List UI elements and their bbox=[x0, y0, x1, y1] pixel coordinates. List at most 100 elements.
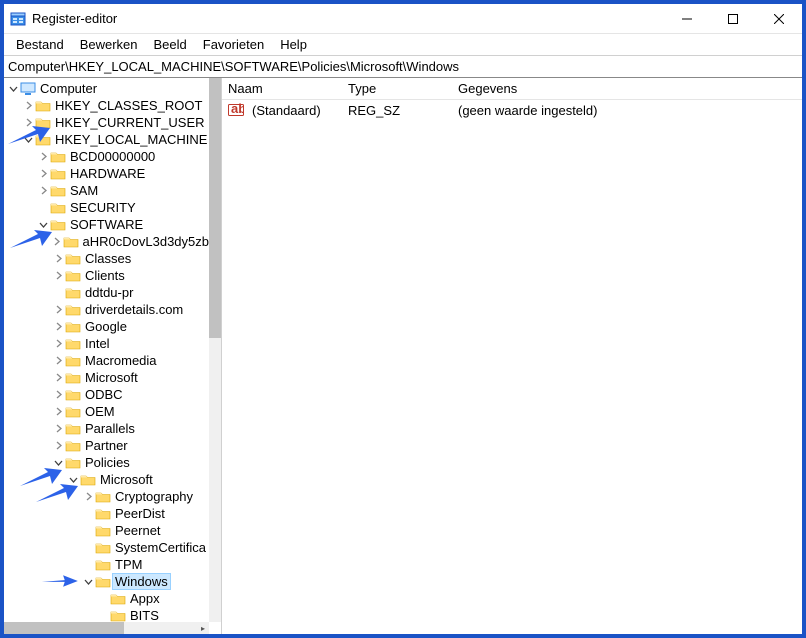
tree-node-software[interactable]: SOFTWARE bbox=[6, 216, 209, 233]
column-data[interactable]: Gegevens bbox=[452, 79, 802, 98]
tree-node-hkcr[interactable]: HKEY_CLASSES_ROOT bbox=[6, 97, 209, 114]
expand-icon[interactable] bbox=[21, 116, 35, 130]
expand-icon[interactable] bbox=[51, 422, 65, 436]
tree-label: SECURITY bbox=[70, 200, 136, 215]
folder-icon bbox=[95, 558, 111, 572]
tree-label: Cryptography bbox=[115, 489, 193, 504]
expand-icon[interactable] bbox=[36, 167, 50, 181]
collapse-icon[interactable] bbox=[36, 218, 50, 232]
tree-node-computer[interactable]: Computer bbox=[6, 80, 209, 97]
folder-icon bbox=[95, 490, 111, 504]
folder-icon bbox=[35, 116, 51, 130]
tree-node-ddtdu[interactable]: ddtdu-pr bbox=[6, 284, 209, 301]
tree-node-peerdist[interactable]: PeerDist bbox=[6, 505, 209, 522]
expand-icon[interactable] bbox=[51, 269, 65, 283]
tree-label: Parallels bbox=[85, 421, 135, 436]
tree-label: HARDWARE bbox=[70, 166, 145, 181]
folder-icon bbox=[63, 235, 79, 249]
tree-node-cryptography[interactable]: Cryptography bbox=[6, 488, 209, 505]
column-name[interactable]: Naam bbox=[222, 79, 342, 98]
tree-label: PeerDist bbox=[115, 506, 165, 521]
address-bar[interactable]: Computer\HKEY_LOCAL_MACHINE\SOFTWARE\Pol… bbox=[4, 56, 802, 78]
tree-label: Microsoft bbox=[100, 472, 153, 487]
collapse-icon[interactable] bbox=[66, 473, 80, 487]
tree-node-windows[interactable]: Windows bbox=[6, 573, 209, 590]
expand-icon[interactable] bbox=[51, 388, 65, 402]
tree-node-policies-microsoft[interactable]: Microsoft bbox=[6, 471, 209, 488]
folder-icon bbox=[65, 337, 81, 351]
tree-node-hkcu[interactable]: HKEY_CURRENT_USER bbox=[6, 114, 209, 131]
menu-view[interactable]: Beeld bbox=[146, 35, 195, 54]
tree-node-systemcert[interactable]: SystemCertifica bbox=[6, 539, 209, 556]
value-type: REG_SZ bbox=[348, 103, 400, 118]
collapse-icon[interactable] bbox=[6, 82, 20, 96]
expand-icon[interactable] bbox=[36, 150, 50, 164]
computer-icon bbox=[20, 82, 36, 96]
tree-label: Intel bbox=[85, 336, 110, 351]
tree-node-driverdetails[interactable]: driverdetails.com bbox=[6, 301, 209, 318]
menu-help[interactable]: Help bbox=[272, 35, 315, 54]
regedit-app-icon bbox=[10, 11, 26, 27]
expand-icon[interactable] bbox=[21, 99, 35, 113]
menu-file[interactable]: Bestand bbox=[8, 35, 72, 54]
tree-node-odbc[interactable]: ODBC bbox=[6, 386, 209, 403]
tree-label: SAM bbox=[70, 183, 98, 198]
tree-label: aHR0cDovL3d3dy5zb bbox=[83, 234, 209, 249]
tree-node-tpm[interactable]: TPM bbox=[6, 556, 209, 573]
minimize-button[interactable] bbox=[664, 4, 710, 34]
tree-node-policies[interactable]: Policies bbox=[6, 454, 209, 471]
menu-edit[interactable]: Bewerken bbox=[72, 35, 146, 54]
tree-node-bcd[interactable]: BCD00000000 bbox=[6, 148, 209, 165]
value-row[interactable]: ab (Standaard) REG_SZ (geen waarde inges… bbox=[222, 100, 802, 120]
folder-icon bbox=[95, 541, 111, 555]
maximize-button[interactable] bbox=[710, 4, 756, 34]
tree-node-security[interactable]: SECURITY bbox=[6, 199, 209, 216]
tree-node-hklm[interactable]: HKEY_LOCAL_MACHINE bbox=[6, 131, 209, 148]
tree-label: HKEY_LOCAL_MACHINE bbox=[55, 132, 207, 147]
tree-horizontal-scrollbar[interactable]: ◂▸ bbox=[4, 622, 209, 634]
tree-label: TPM bbox=[115, 557, 142, 572]
tree-node-intel[interactable]: Intel bbox=[6, 335, 209, 352]
tree-node-classes[interactable]: Classes bbox=[6, 250, 209, 267]
tree-node-google[interactable]: Google bbox=[6, 318, 209, 335]
expand-icon[interactable] bbox=[51, 320, 65, 334]
column-type[interactable]: Type bbox=[342, 79, 452, 98]
tree-label: BITS bbox=[130, 608, 159, 622]
tree-node-parallels[interactable]: Parallels bbox=[6, 420, 209, 437]
expand-icon[interactable] bbox=[51, 252, 65, 266]
collapse-icon[interactable] bbox=[51, 456, 65, 470]
window-title: Register-editor bbox=[32, 11, 664, 26]
expand-icon[interactable] bbox=[51, 371, 65, 385]
tree-node-hardware[interactable]: HARDWARE bbox=[6, 165, 209, 182]
expand-icon[interactable] bbox=[51, 235, 63, 249]
collapse-icon[interactable] bbox=[81, 575, 95, 589]
expand-icon[interactable] bbox=[51, 303, 65, 317]
values-header: Naam Type Gegevens bbox=[222, 78, 802, 100]
tree-node-macromedia[interactable]: Macromedia bbox=[6, 352, 209, 369]
tree-node-bits[interactable]: BITS bbox=[6, 607, 209, 622]
tree-node-peernet[interactable]: Peernet bbox=[6, 522, 209, 539]
tree-label: BCD00000000 bbox=[70, 149, 155, 164]
folder-icon bbox=[50, 184, 66, 198]
expand-icon[interactable] bbox=[51, 405, 65, 419]
tree-node-sam[interactable]: SAM bbox=[6, 182, 209, 199]
collapse-icon[interactable] bbox=[21, 133, 35, 147]
menu-favorites[interactable]: Favorieten bbox=[195, 35, 272, 54]
tree-label: HKEY_CLASSES_ROOT bbox=[55, 98, 202, 113]
expand-icon[interactable] bbox=[36, 184, 50, 198]
title-bar: Register-editor bbox=[4, 4, 802, 34]
tree-node-sw1[interactable]: aHR0cDovL3d3dy5zb bbox=[6, 233, 209, 250]
tree-node-clients[interactable]: Clients bbox=[6, 267, 209, 284]
expand-icon[interactable] bbox=[81, 490, 95, 504]
tree-node-oem[interactable]: OEM bbox=[6, 403, 209, 420]
tree-node-appx[interactable]: Appx bbox=[6, 590, 209, 607]
folder-icon bbox=[95, 507, 111, 521]
expand-icon[interactable] bbox=[51, 439, 65, 453]
svg-text:ab: ab bbox=[231, 103, 244, 116]
tree-vertical-scrollbar[interactable] bbox=[209, 78, 221, 622]
expand-icon[interactable] bbox=[51, 354, 65, 368]
close-button[interactable] bbox=[756, 4, 802, 34]
tree-node-microsoft-sw[interactable]: Microsoft bbox=[6, 369, 209, 386]
expand-icon[interactable] bbox=[51, 337, 65, 351]
tree-node-partner[interactable]: Partner bbox=[6, 437, 209, 454]
